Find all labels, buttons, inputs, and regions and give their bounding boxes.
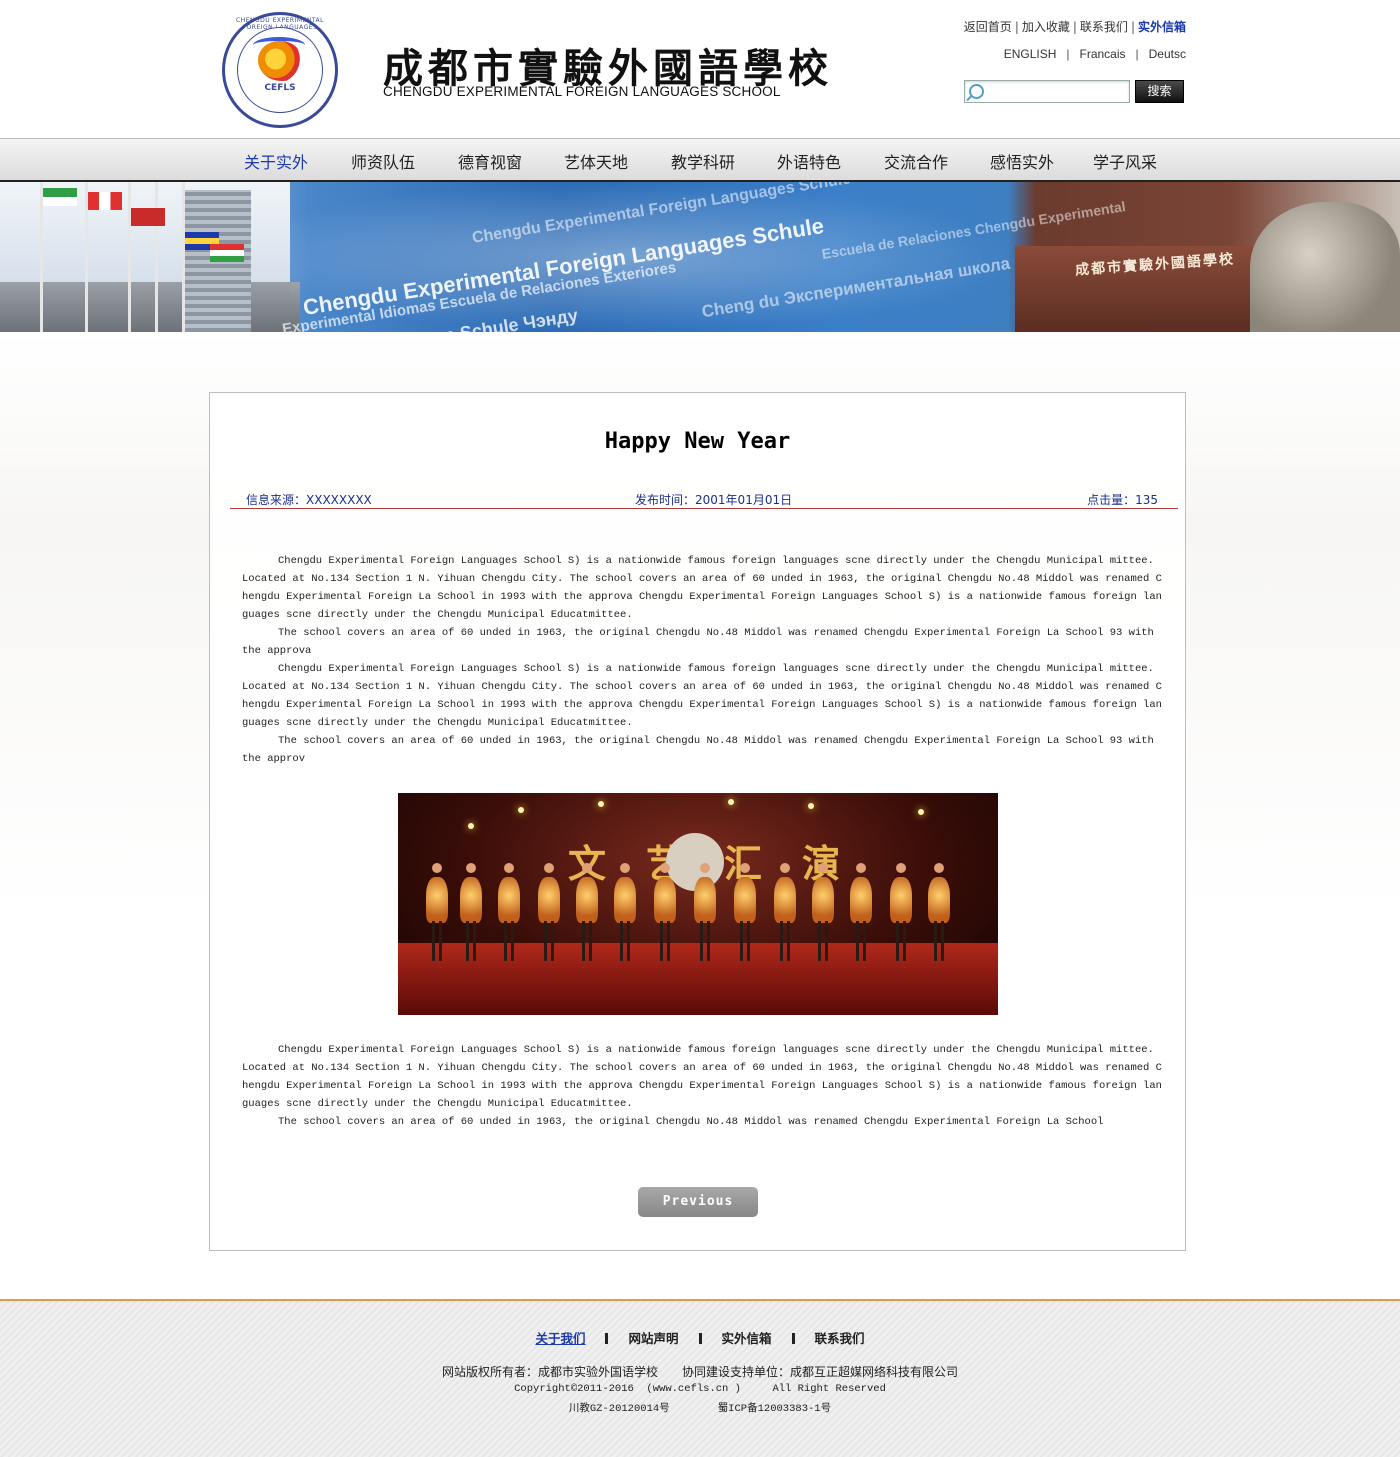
nav-item-reflections[interactable]: 感悟实外 — [990, 149, 1054, 173]
meta-date: 发布时间：2001年01月01日 — [635, 491, 792, 508]
article-photo: 文艺汇演 — [398, 793, 998, 1015]
lang-english-link[interactable]: ENGLISH — [1004, 47, 1057, 61]
dancer — [498, 863, 520, 963]
article-panel: Happy New Year 信息来源：XXXXXXXX 发布时间：2001年0… — [209, 392, 1186, 1251]
bookmark-link[interactable]: 加入收藏 — [1022, 20, 1070, 34]
banner-sculpture — [1250, 202, 1400, 332]
flagpole — [182, 182, 185, 332]
site-header: CHENGDU EXPERIMENTAL FOREIGN LANGUAGES S… — [0, 0, 1400, 138]
nav-item-teaching-research[interactable]: 教学科研 — [671, 149, 735, 173]
dancer — [734, 863, 756, 963]
school-name-en: CHENGDU EXPERIMENTAL FOREIGN LANGUAGES S… — [383, 84, 781, 99]
dancer — [538, 863, 560, 963]
dancer — [460, 863, 482, 963]
paragraph: Chengdu Experimental Foreign Languages S… — [242, 663, 1162, 729]
footer-link-about[interactable]: 关于我们 — [535, 1331, 585, 1346]
footer-record-edu: 川教GZ-20120014号 — [568, 1403, 670, 1415]
main-nav: 关于实外 师资队伍 德育视窗 艺体天地 教学科研 外语特色 交流合作 感悟实外 … — [0, 138, 1400, 182]
logo-emblem — [258, 41, 302, 81]
nav-item-languages[interactable]: 外语特色 — [777, 149, 841, 173]
home-link[interactable]: 返回首页 — [964, 20, 1012, 34]
hero-banner: Chengdu Experimental Foreign Languages S… — [0, 182, 1400, 332]
paragraph: The school covers an area of 60 unded in… — [242, 735, 1154, 765]
nav-item-exchange[interactable]: 交流合作 — [884, 149, 948, 173]
stage-light — [518, 807, 524, 813]
school-logo[interactable]: CHENGDU EXPERIMENTAL FOREIGN LANGUAGES S… — [222, 12, 338, 128]
paragraph: The school covers an area of 60 unded in… — [278, 1116, 1104, 1128]
meta-source-label: 信息来源： — [246, 493, 307, 507]
footer-links: 关于我们 网站声明 实外信箱 联系我们 — [0, 1328, 1400, 1347]
language-links: ENGLISH | Francais | Deutsc — [1003, 47, 1186, 61]
footer-builder: 协同建设支持单位：成都互正超媒网络科技有限公司 — [682, 1365, 959, 1379]
article-meta: 信息来源：XXXXXXXX 发布时间：2001年01月01日 点击量：135 — [230, 489, 1178, 509]
dancer — [890, 863, 912, 963]
meta-source: 信息来源：XXXXXXXX — [246, 491, 372, 508]
contact-link[interactable]: 联系我们 — [1080, 20, 1128, 34]
dancer — [774, 863, 796, 963]
stage-light — [468, 823, 474, 829]
paragraph: Chengdu Experimental Foreign Languages S… — [242, 555, 1162, 621]
search-box — [964, 80, 1130, 103]
nav-item-faculty[interactable]: 师资队伍 — [351, 149, 415, 173]
footer-link-contact[interactable]: 联系我们 — [815, 1331, 865, 1346]
meta-date-value: 2001年01月01日 — [695, 493, 793, 507]
article-body-bottom: Chengdu Experimental Foreign Languages S… — [242, 1041, 1164, 1131]
footer-owner: 网站版权所有者：成都市实验外国语学校 — [441, 1365, 658, 1379]
meta-date-label: 发布时间： — [635, 493, 696, 507]
meta-hits-label: 点击量： — [1087, 493, 1136, 507]
dancer — [850, 863, 872, 963]
flag-icon — [43, 188, 77, 206]
meta-hits: 点击量：135 — [1087, 491, 1158, 508]
nav-item-arts-sports[interactable]: 艺体天地 — [564, 149, 628, 173]
previous-button[interactable]: Previous — [638, 1187, 758, 1217]
footer-divider — [698, 1333, 702, 1344]
stage-light — [598, 801, 604, 807]
stage-light — [918, 809, 924, 815]
dancer — [654, 863, 676, 963]
search-button[interactable]: 搜索 — [1135, 80, 1184, 103]
dancer — [426, 863, 448, 963]
footer-record-icp: 蜀ICP备12003383-1号 — [717, 1403, 832, 1415]
footer-copyright: Copyright©2011-2016 (www.cefls.cn ) All … — [514, 1383, 886, 1395]
footer-divider — [605, 1333, 609, 1344]
flagpole — [155, 182, 158, 332]
nav-item-about[interactable]: 关于实外 — [244, 149, 308, 173]
search-input[interactable] — [989, 83, 1127, 101]
footer-ownership: 网站版权所有者：成都市实验外国语学校 协同建设支持单位：成都互正超媒网络科技有限公… — [0, 1363, 1400, 1380]
dancer — [812, 863, 834, 963]
paragraph: Chengdu Experimental Foreign Languages S… — [242, 1044, 1162, 1110]
banner-building-base — [0, 282, 300, 332]
site-footer: 关于我们 网站声明 实外信箱 联系我们 网站版权所有者：成都市实验外国语学校 协同建设支… — [0, 1299, 1400, 1457]
flag-icon — [131, 208, 165, 226]
dancer — [576, 863, 598, 963]
footer-link-mailbox[interactable]: 实外信箱 — [722, 1331, 772, 1346]
article-body-top: Chengdu Experimental Foreign Languages S… — [242, 552, 1164, 768]
logo-abbr: CEFLS — [264, 83, 296, 93]
paragraph: The school covers an area of 60 unded in… — [242, 627, 1154, 657]
stage-light — [728, 799, 734, 805]
nav-item-students[interactable]: 学子风采 — [1093, 149, 1157, 173]
dancer — [614, 863, 636, 963]
lang-french-link[interactable]: Francais — [1080, 47, 1126, 61]
flagpole — [128, 182, 131, 332]
meta-source-value: XXXXXXXX — [306, 493, 372, 507]
dancer — [928, 863, 950, 963]
stage-light — [808, 803, 814, 809]
mailbox-link[interactable]: 实外信箱 — [1138, 20, 1186, 34]
top-links: 返回首页 | 加入收藏 | 联系我们 | 实外信箱 — [963, 20, 1186, 34]
search-icon — [969, 84, 984, 99]
lang-german-link[interactable]: Deutsc — [1149, 47, 1186, 61]
article-title: Happy New Year — [604, 429, 791, 454]
footer-records: 川教GZ-20120014号 蜀ICP备12003383-1号 — [0, 1400, 1400, 1415]
meta-hits-value: 135 — [1135, 493, 1158, 507]
footer-link-statement[interactable]: 网站声明 — [628, 1331, 678, 1346]
flag-icon — [88, 192, 122, 210]
nav-item-moral-education[interactable]: 德育视窗 — [458, 149, 522, 173]
dancer — [694, 863, 716, 963]
flag-icon — [210, 244, 244, 262]
footer-divider — [791, 1333, 795, 1344]
